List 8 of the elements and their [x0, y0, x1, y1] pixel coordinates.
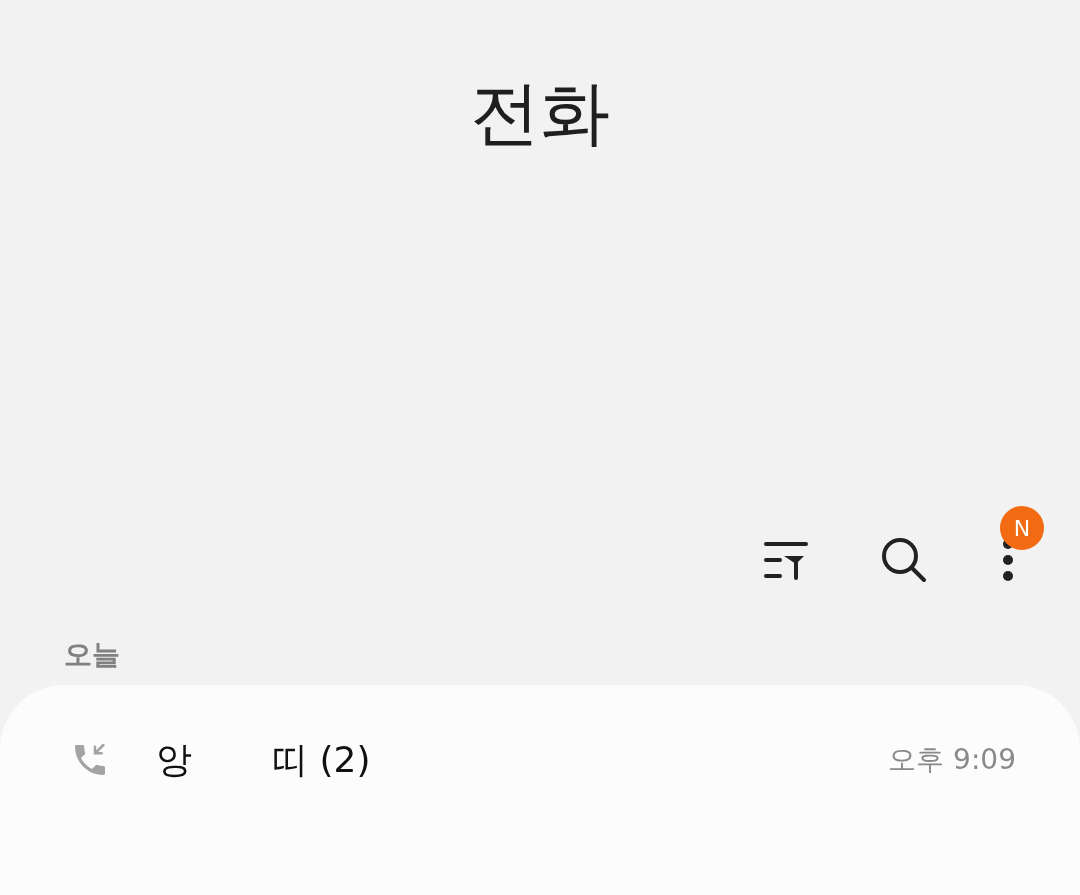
search-icon[interactable] — [880, 536, 928, 584]
page-title: 전화 — [470, 78, 610, 148]
section-label: 오늘 — [64, 641, 120, 669]
caller-name: 띠 (2) — [272, 738, 371, 782]
notification-badge: N — [1000, 506, 1044, 550]
caller-name: 앙 — [156, 738, 192, 782]
call-time: 오후 9:09 — [888, 742, 1016, 778]
call-log-item[interactable]: 앙 띠 (2) 오후 9:09 — [0, 725, 1080, 795]
